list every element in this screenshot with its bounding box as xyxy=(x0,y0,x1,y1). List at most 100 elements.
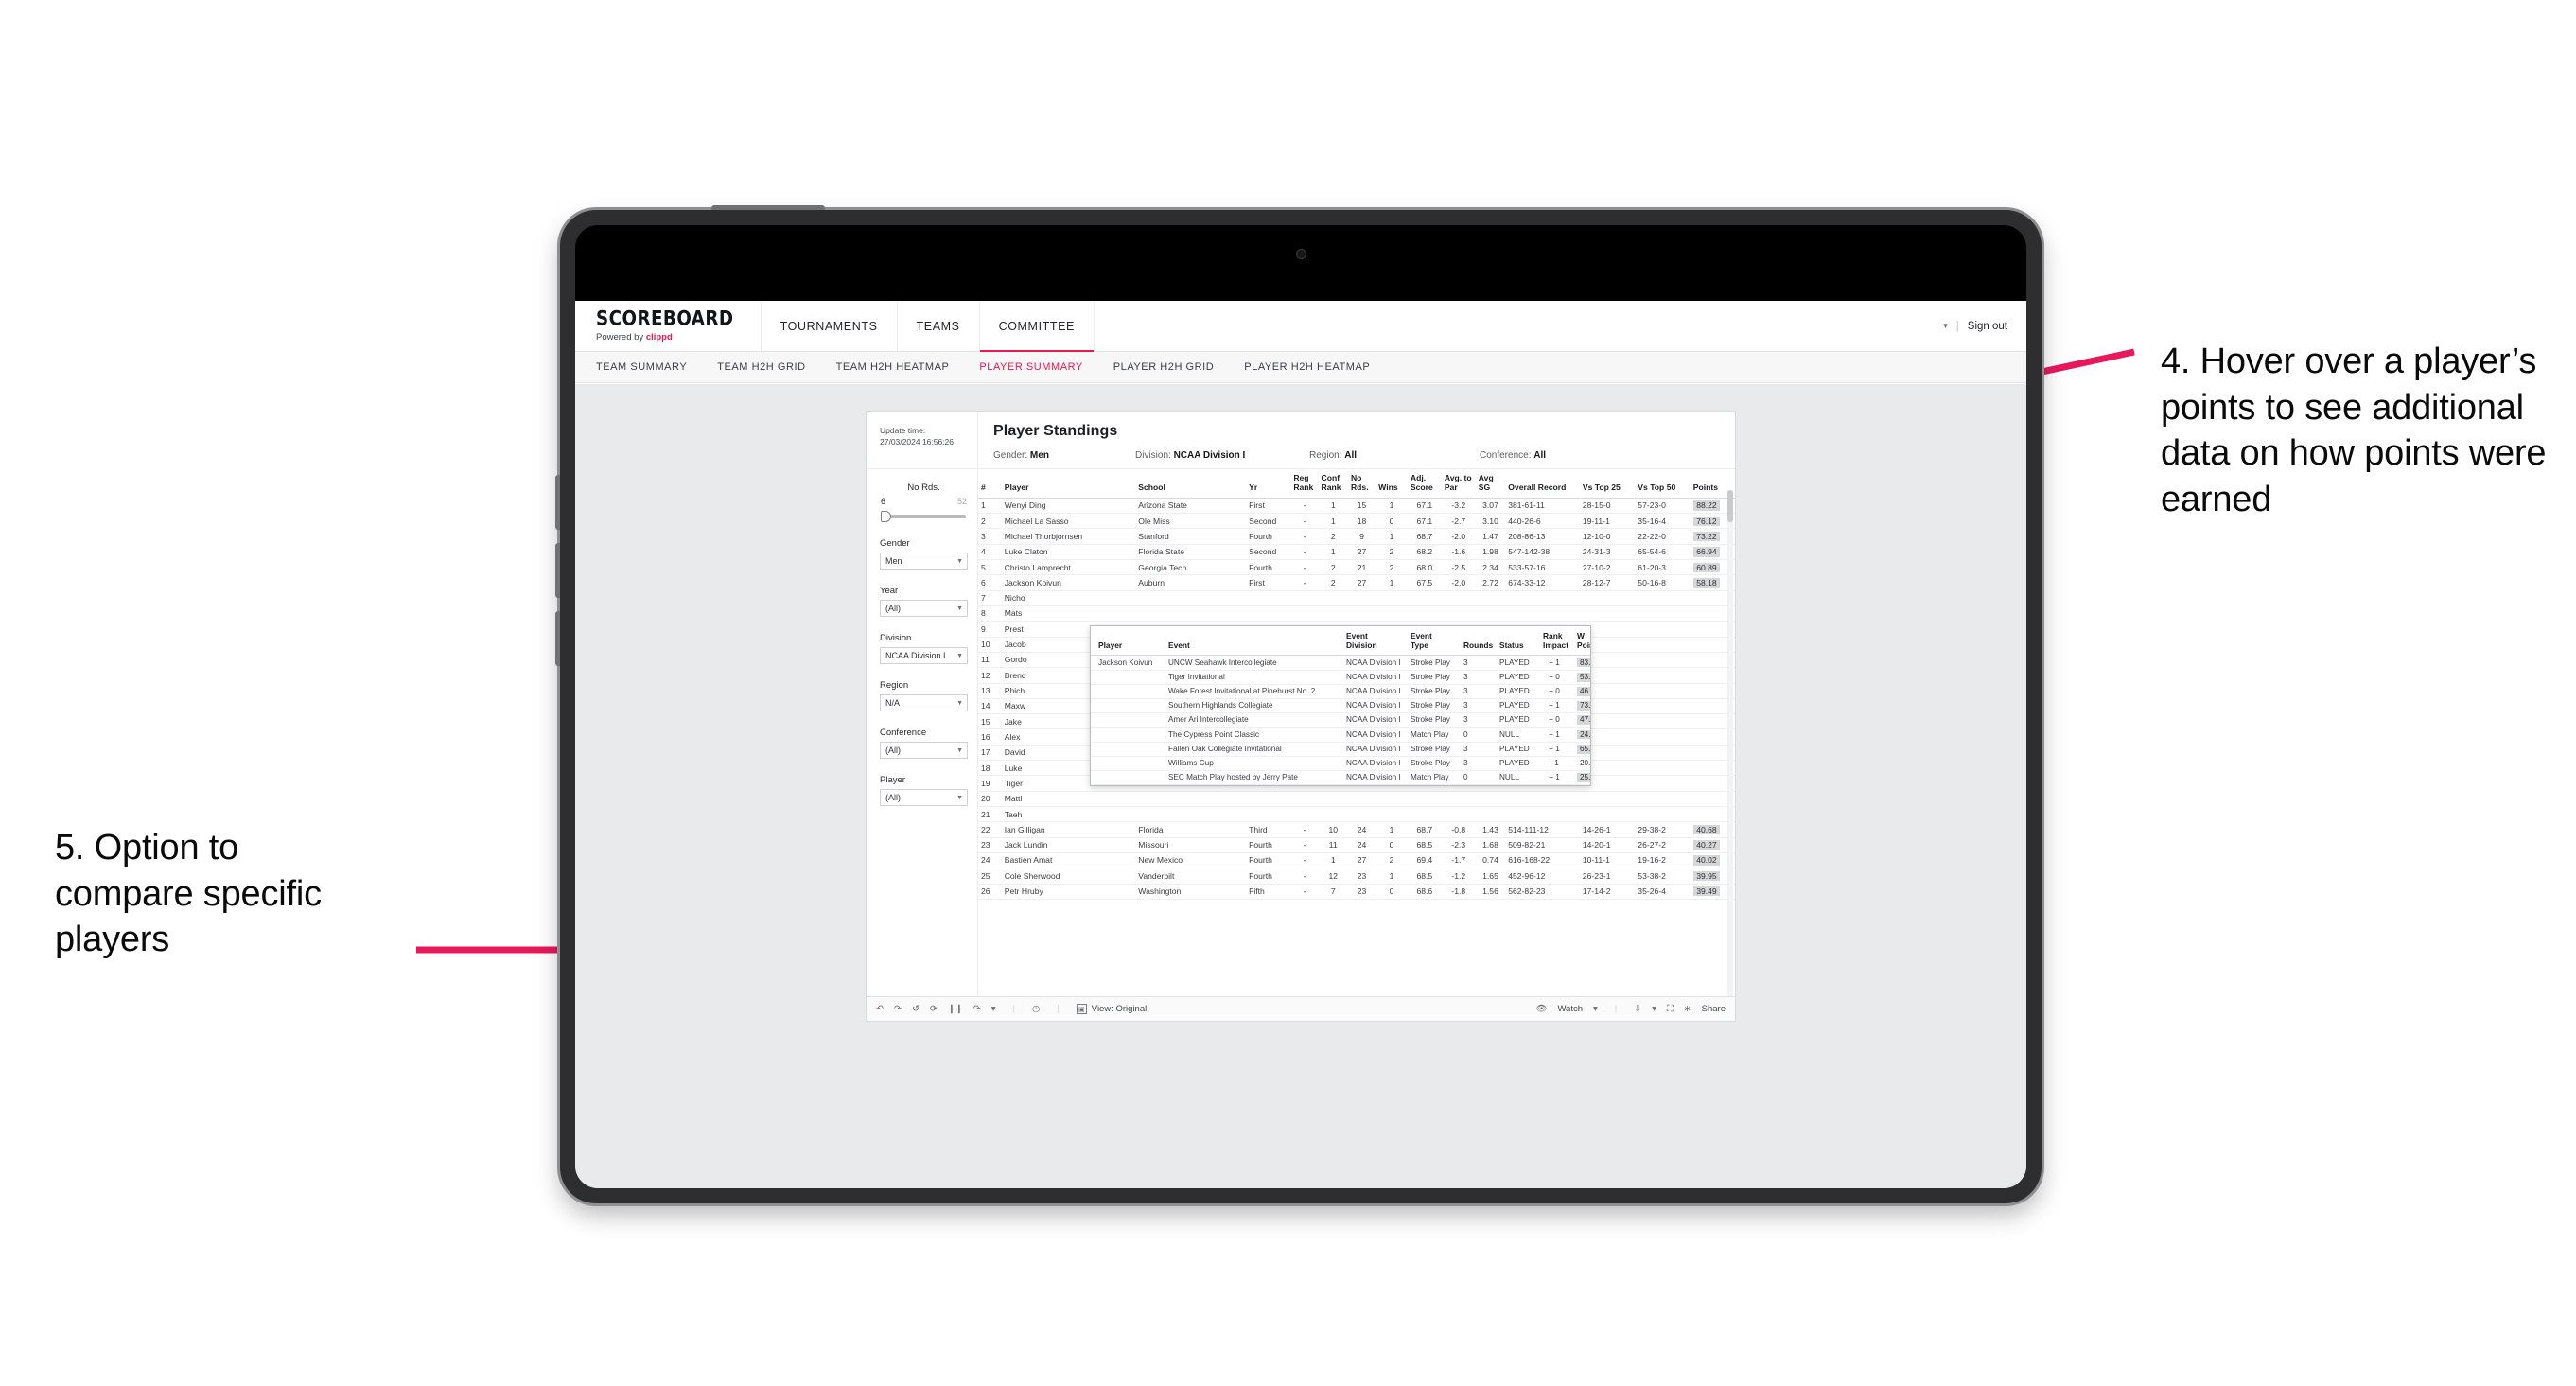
filter-region-select[interactable]: N/A ▼ xyxy=(880,694,968,711)
filter-region-value: N/A xyxy=(885,698,901,708)
download-icon[interactable]: ⇩ xyxy=(1634,1004,1641,1014)
tt-cell-type: Stroke Play xyxy=(1403,742,1456,757)
tt-cell-w-points: 20.47 xyxy=(1569,756,1590,772)
pause-updates-icon[interactable]: ❙❙ xyxy=(948,1004,963,1014)
th-year[interactable]: Yr xyxy=(1246,469,1291,499)
table-row[interactable]: 1 Wenyi Ding Arizona State First -1 15 1 67.1 -3… xyxy=(978,498,1735,515)
points-value[interactable]: 60.89 xyxy=(1692,562,1720,572)
share-icon[interactable]: ∗ xyxy=(1684,1004,1691,1014)
no-rounds-slider[interactable] xyxy=(880,511,968,522)
th-avg-to-par[interactable]: Avg. to Par xyxy=(1441,469,1476,499)
custom-view-icon[interactable]: ↷ xyxy=(973,1004,981,1014)
mute-button[interactable] xyxy=(555,611,560,666)
slider-handle[interactable] xyxy=(881,511,891,522)
th-adj-score[interactable]: Adj. Score xyxy=(1407,469,1442,499)
th-vs-top-50[interactable]: Vs Top 50 xyxy=(1635,469,1691,499)
refresh-icon[interactable]: ⟳ xyxy=(930,1004,938,1014)
subtab-team-h2h-grid[interactable]: TEAM H2H GRID xyxy=(717,361,805,373)
subtab-player-h2h-heatmap[interactable]: PLAYER H2H HEATMAP xyxy=(1244,361,1370,373)
alerts-clock-icon[interactable]: ◷ xyxy=(1032,1004,1040,1014)
cell-conf xyxy=(1318,605,1348,623)
points-value[interactable]: 76.12 xyxy=(1692,516,1720,526)
cell-reg xyxy=(1290,806,1319,823)
table-row[interactable]: 8 Mats xyxy=(978,605,1735,623)
share-label[interactable]: Share xyxy=(1702,1004,1726,1014)
th-no-rounds[interactable]: No Rds. xyxy=(1347,469,1376,499)
points-value[interactable]: 40.02 xyxy=(1692,855,1720,866)
th-conf-rank[interactable]: Conf Rank xyxy=(1318,469,1348,499)
filter-player-select[interactable]: (All) ▼ xyxy=(880,789,968,806)
th-school[interactable]: School xyxy=(1135,469,1247,499)
points-value[interactable]: 88.22 xyxy=(1692,500,1720,511)
cell-player: Michael Thorbjornsen xyxy=(1001,528,1136,545)
watch-label[interactable]: Watch xyxy=(1557,1004,1583,1014)
meta-conference-label: Conference: xyxy=(1480,450,1532,461)
eye-icon[interactable]: 👁 xyxy=(1535,1004,1547,1014)
filter-conference-select[interactable]: (All) ▼ xyxy=(880,742,968,759)
volume-down-button[interactable] xyxy=(555,543,560,598)
points-value[interactable]: 58.18 xyxy=(1692,577,1720,588)
points-value[interactable]: 40.68 xyxy=(1692,824,1720,835)
undo-icon[interactable]: ↶ xyxy=(876,1004,884,1014)
chevron-down-icon[interactable]: ▾ xyxy=(991,1004,996,1014)
cell-rds: 9 xyxy=(1347,528,1376,545)
view-original-button[interactable]: ▣ View: Original xyxy=(1076,1004,1147,1014)
table-row[interactable]: 21 Taeh xyxy=(978,806,1735,823)
slider-track[interactable] xyxy=(885,515,966,518)
cell-conf: 1 xyxy=(1318,513,1348,530)
table-row[interactable]: 25 Cole Sherwood Vanderbilt Fourth -12 23 1 68.… xyxy=(978,868,1735,885)
sign-out-area[interactable]: ▾ | Sign out xyxy=(1943,301,2026,351)
cell-num: 23 xyxy=(978,837,1002,853)
subtab-player-summary[interactable]: PLAYER SUMMARY xyxy=(979,361,1082,373)
volume-up-button[interactable] xyxy=(555,475,560,530)
brand-tagline: Powered by clippd xyxy=(596,333,740,342)
nav-tab-tournaments[interactable]: TOURNAMENTS xyxy=(762,301,898,351)
sign-out-label[interactable]: Sign out xyxy=(1968,321,2007,332)
vertical-scrollbar-track[interactable] xyxy=(1727,490,1733,1000)
vertical-scrollbar-thumb[interactable] xyxy=(1727,490,1733,522)
th-vs-top-25[interactable]: Vs Top 25 xyxy=(1579,469,1636,499)
tt-cell-division: NCAA Division I xyxy=(1339,670,1403,685)
points-value[interactable]: 40.27 xyxy=(1692,840,1720,851)
table-row[interactable]: 4 Luke Claton Florida State Second -1 27 2 68.2… xyxy=(978,544,1735,561)
table-row[interactable]: 22 Ian Gilligan Florida Third -10 24 1 68.7 -0.8… xyxy=(978,821,1735,838)
filter-year-select[interactable]: (All) ▼ xyxy=(880,600,968,617)
th-wins[interactable]: Wins xyxy=(1376,469,1408,499)
table-row[interactable]: 6 Jackson Koivun Auburn First -2 27 1 67.5 -2.0 2… xyxy=(978,574,1735,591)
subtab-player-h2h-grid[interactable]: PLAYER H2H GRID xyxy=(1113,361,1214,373)
th-rank[interactable]: # xyxy=(978,469,1002,499)
fullscreen-icon[interactable]: ⛶ xyxy=(1667,1004,1674,1014)
points-value[interactable]: 39.95 xyxy=(1692,870,1720,882)
chevron-down-icon[interactable]: ▾ xyxy=(1652,1004,1656,1014)
th-reg-rank[interactable]: Reg Rank xyxy=(1290,469,1319,499)
th-overall-record[interactable]: Overall Record xyxy=(1505,469,1580,499)
redo-icon[interactable]: ↷ xyxy=(894,1004,902,1014)
chevron-down-icon[interactable]: ▾ xyxy=(1593,1004,1598,1014)
table-row[interactable]: 3 Michael Thorbjornsen Stanford Fourth -2 9 1 6… xyxy=(978,528,1735,545)
table-row[interactable]: 20 Mattl xyxy=(978,791,1735,808)
table-row[interactable]: 5 Christo Lamprecht Georgia Tech Fourth -2 21… xyxy=(978,559,1735,576)
th-player[interactable]: Player xyxy=(1001,469,1136,499)
filter-gender-select[interactable]: Men ▼ xyxy=(880,553,968,570)
nav-tab-teams[interactable]: TEAMS xyxy=(898,301,980,351)
cell-t25 xyxy=(1579,590,1636,606)
table-row[interactable]: 7 Nicho xyxy=(978,590,1735,606)
points-value[interactable]: 73.22 xyxy=(1692,531,1720,542)
table-row[interactable]: 24 Bastien Amat New Mexico Fourth -1 27 2 69.4-… xyxy=(978,852,1735,869)
subtab-team-h2h-heatmap[interactable]: TEAM H2H HEATMAP xyxy=(836,361,950,373)
brand-logo[interactable]: SCOREBOARD Powered by clippd xyxy=(575,301,762,351)
subtab-team-summary[interactable]: TEAM SUMMARY xyxy=(596,361,687,373)
table-row[interactable]: 2 Michael La Sasso Ole Miss Second -1 18 0 67.1… xyxy=(978,513,1735,530)
cell-adj: 67.5 xyxy=(1407,574,1442,591)
power-button[interactable] xyxy=(711,205,825,210)
table-row[interactable]: 26 Petr Hruby Washington Fifth -7 23 0 68.6 -1.8… xyxy=(978,884,1735,900)
points-value[interactable]: 66.94 xyxy=(1692,547,1720,557)
cell-t50 xyxy=(1635,806,1691,823)
points-value[interactable]: 39.49 xyxy=(1692,886,1720,897)
th-avg-sg[interactable]: Avg SG xyxy=(1475,469,1506,499)
cell-rds: 15 xyxy=(1347,498,1376,515)
nav-tab-committee[interactable]: COMMITTEE xyxy=(979,301,1095,352)
filter-division-select[interactable]: NCAA Division I ▼ xyxy=(880,647,968,664)
table-row[interactable]: 23 Jack Lundin Missouri Fourth -11 24 0 68.5 -2.… xyxy=(978,837,1735,853)
revert-icon[interactable]: ↺ xyxy=(912,1004,920,1014)
